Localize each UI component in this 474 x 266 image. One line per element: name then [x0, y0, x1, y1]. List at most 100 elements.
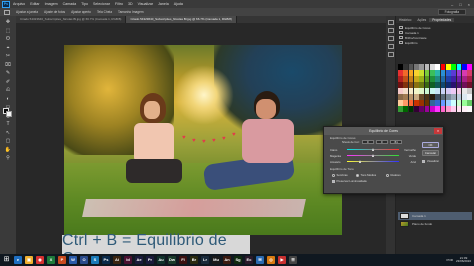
color-swatch[interactable]: [445, 94, 451, 100]
color-swatch[interactable]: [467, 64, 472, 70]
slider-thumb[interactable]: [371, 153, 374, 157]
color-swatch[interactable]: [440, 106, 446, 112]
color-swatch[interactable]: [451, 106, 457, 112]
cyan-red-slider[interactable]: [347, 147, 399, 151]
midtones-radio[interactable]: Tons Médios: [356, 173, 376, 177]
level-yellow-blue-input[interactable]: -51: [389, 140, 402, 144]
level-magenta-green-input[interactable]: 0: [375, 140, 388, 144]
preview-checkbox[interactable]: Visualizar: [422, 159, 439, 163]
menu-imagem[interactable]: Imagem: [45, 2, 58, 6]
color-swatch[interactable]: [435, 88, 441, 94]
taskbar-app-icon[interactable]: Id: [124, 256, 132, 264]
taskbar-app-icon[interactable]: Lr: [201, 256, 209, 264]
clock[interactable]: 21:09 23/06/2016: [456, 256, 471, 264]
taskbar-app-icon[interactable]: ◉: [36, 256, 44, 264]
taskbar-app-icon[interactable]: Ec: [245, 256, 253, 264]
zoom-tool-icon[interactable]: [4, 9, 10, 15]
option-photo-fit[interactable]: Ajuste de fotos: [44, 10, 65, 14]
color-swatch[interactable]: [398, 76, 403, 82]
layer-row[interactable]: Plano de fundo: [398, 220, 472, 228]
level-cyan-red-input[interactable]: 0: [361, 140, 374, 144]
menu-arquivo[interactable]: Arquivo: [13, 2, 25, 6]
menu-janela[interactable]: Janela: [158, 2, 169, 6]
color-swatch[interactable]: [413, 70, 419, 76]
color-swatch[interactable]: [403, 94, 409, 100]
color-swatch[interactable]: [408, 64, 414, 70]
color-swatch[interactable]: [429, 82, 435, 88]
option-fit-window[interactable]: Ajustar a janela: [16, 10, 38, 14]
history-panel-icon[interactable]: [387, 20, 394, 25]
color-swatch[interactable]: [435, 94, 441, 100]
color-swatch[interactable]: [440, 70, 446, 76]
background-color-swatch[interactable]: [6, 111, 12, 117]
taskbar-app-icon[interactable]: W: [69, 256, 77, 264]
menu-camada[interactable]: Camada: [63, 2, 77, 6]
color-swatch[interactable]: [467, 106, 472, 112]
menu-selecionar[interactable]: Selecionar: [93, 2, 110, 6]
color-swatch[interactable]: [419, 106, 425, 112]
color-swatch[interactable]: [424, 94, 430, 100]
color-swatch[interactable]: [461, 76, 467, 82]
taskbar-app-icon[interactable]: An: [223, 256, 231, 264]
color-swatch[interactable]: [445, 70, 451, 76]
info-panel-icon[interactable]: [387, 44, 394, 49]
color-swatch[interactable]: [403, 76, 409, 82]
color-swatch[interactable]: [403, 88, 409, 94]
taskbar-app-icon[interactable]: Sg: [234, 256, 242, 264]
dodge-tool-icon[interactable]: ◐: [3, 96, 13, 103]
maximize-button[interactable]: □: [459, 2, 461, 7]
color-swatch[interactable]: [461, 100, 467, 106]
color-swatch[interactable]: [467, 100, 472, 106]
start-button-icon[interactable]: ⊞: [2, 256, 11, 264]
color-swatch[interactable]: [440, 64, 446, 70]
type-tool-icon[interactable]: T: [3, 121, 13, 128]
color-swatch[interactable]: [461, 106, 467, 112]
slider-thumb[interactable]: [358, 159, 361, 163]
brush-tool-icon[interactable]: ✐: [3, 79, 13, 86]
color-swatch[interactable]: [429, 76, 435, 82]
taskbar-app-icon[interactable]: Fl: [179, 256, 187, 264]
color-swatch[interactable]: [403, 100, 409, 106]
history-item[interactable]: Equilíbrio: [399, 40, 471, 45]
actions-panel-icon[interactable]: [387, 28, 394, 33]
tab-document-1[interactable]: Criado 54323640_Subscripites_Nicolas Bl.…: [16, 16, 127, 23]
color-swatch[interactable]: [456, 88, 462, 94]
taskbar-app-icon[interactable]: Au: [157, 256, 165, 264]
taskbar-app-icon[interactable]: O: [80, 256, 88, 264]
ok-button[interactable]: OK: [422, 142, 439, 148]
color-swatch[interactable]: [398, 100, 403, 106]
color-swatch[interactable]: [445, 100, 451, 106]
brush-panel-icon[interactable]: [387, 52, 394, 57]
color-swatch[interactable]: [398, 88, 403, 94]
color-swatch[interactable]: [424, 76, 430, 82]
option-image-size[interactable]: Tamanho Imagem: [118, 10, 144, 14]
color-swatch[interactable]: [451, 88, 457, 94]
color-swatch[interactable]: [456, 94, 462, 100]
color-swatch[interactable]: [408, 82, 414, 88]
color-swatch[interactable]: [424, 82, 430, 88]
color-swatch[interactable]: [398, 70, 403, 76]
dialog-title-bar[interactable]: Equilíbrio de Cores ×: [324, 127, 443, 135]
color-swatch[interactable]: [440, 82, 446, 88]
color-swatch[interactable]: [435, 76, 441, 82]
color-swatch[interactable]: [440, 94, 446, 100]
path-select-tool-icon[interactable]: ↖: [3, 130, 13, 137]
properties-panel-icon[interactable]: [387, 36, 394, 41]
color-swatch[interactable]: [429, 100, 435, 106]
color-swatch[interactable]: [413, 64, 419, 70]
color-swatch[interactable]: [435, 82, 441, 88]
color-swatch[interactable]: [398, 64, 403, 70]
color-swatch[interactable]: [467, 94, 472, 100]
taskbar-app-icon[interactable]: Ps: [102, 256, 110, 264]
color-swatch[interactable]: [456, 76, 462, 82]
color-swatch[interactable]: [419, 76, 425, 82]
color-swatch[interactable]: [461, 70, 467, 76]
color-swatch[interactable]: [403, 64, 409, 70]
color-swatch[interactable]: [424, 100, 430, 106]
color-swatch[interactable]: [424, 70, 430, 76]
slider-thumb[interactable]: [371, 147, 374, 151]
color-swatch[interactable]: [403, 106, 409, 112]
color-swatch[interactable]: [445, 88, 451, 94]
color-swatch[interactable]: [408, 76, 414, 82]
color-swatch[interactable]: [435, 70, 441, 76]
